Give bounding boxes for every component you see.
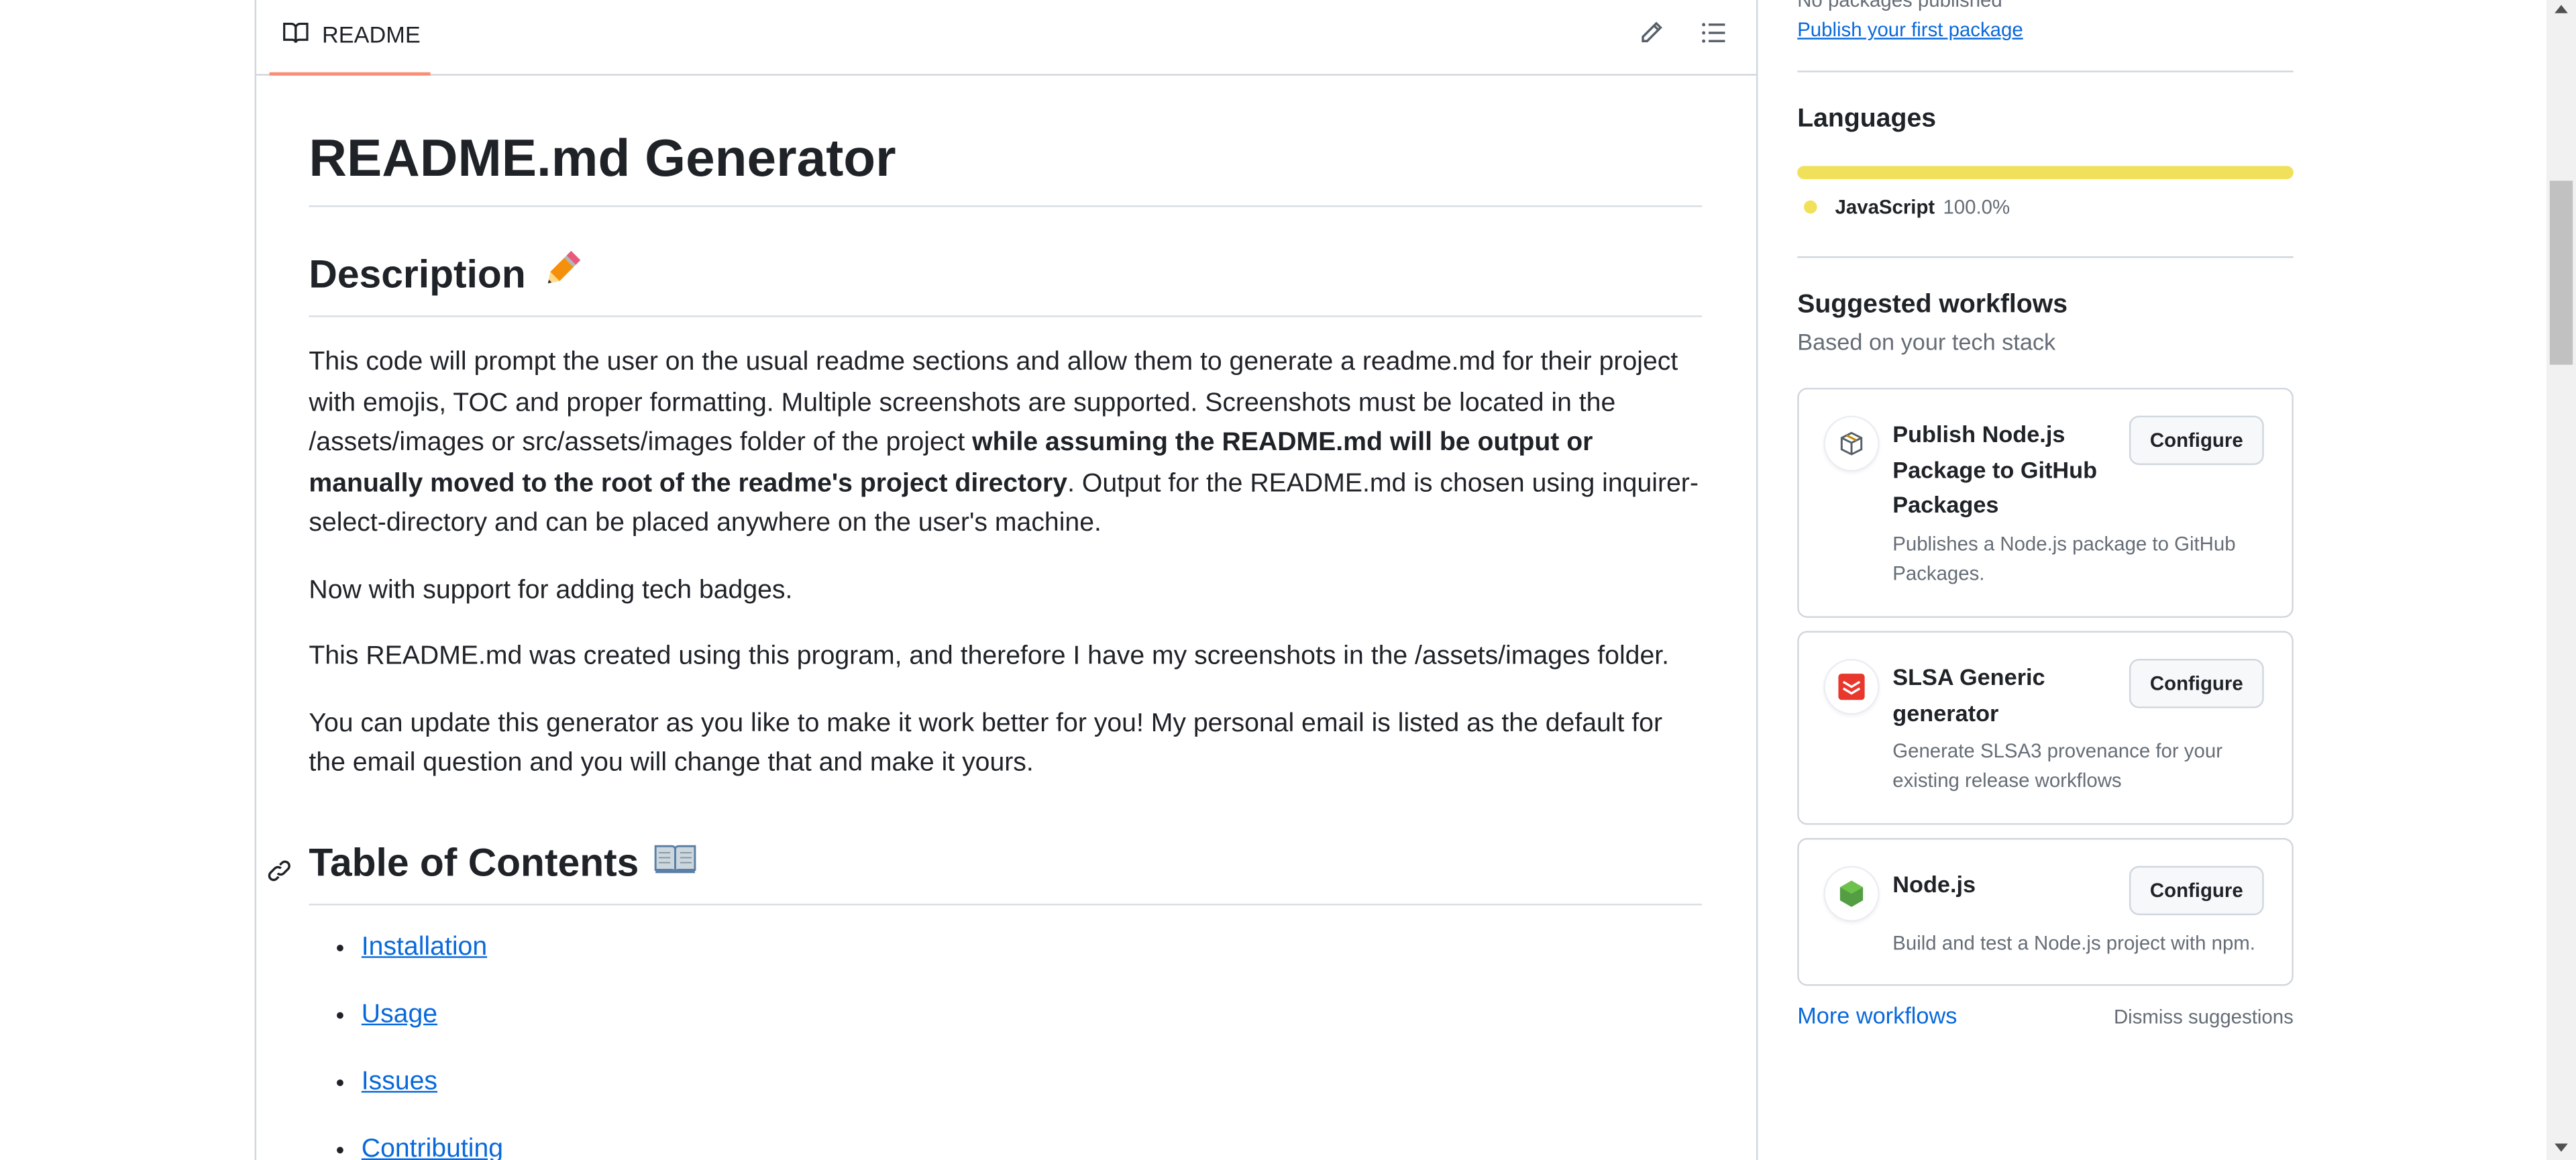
list-item: Contributing [362,1130,1702,1160]
readme-card: README README.md Generator Description T… [254,0,1758,1160]
language-color-dot [1804,200,1817,214]
toc-heading: Table of Contents [268,834,1703,905]
language-entry[interactable]: JavaScript 100.0% [1797,195,2010,219]
list-item: Usage [362,995,1702,1035]
packages-status: No packages published [1797,0,2002,12]
language-percent: 100.0% [1943,195,2010,219]
pencil-icon [1638,19,1664,53]
workflow-card-nodejs: Node.js Configure Build and test a Node.… [1797,837,2294,986]
open-book-emoji-icon [652,834,698,893]
language-name: JavaScript [1835,195,1935,219]
dismiss-suggestions-button[interactable]: Dismiss suggestions [2114,1006,2294,1029]
list-icon [1701,19,1727,53]
description-paragraph-4: You can update this generator as you lik… [309,708,1663,778]
readme-article: README.md Generator Description This cod… [268,76,1703,1160]
workflow-title: SLSA Generic generator [1892,664,2045,726]
publish-package-link[interactable]: Publish your first package [1797,18,2023,41]
nodejs-icon [1825,867,1878,920]
divider [1797,256,2294,258]
scrollbar-thumb[interactable] [2549,180,2573,365]
suggested-workflows-subtitle: Based on your tech stack [1797,328,2056,355]
toc-link-installation[interactable]: Installation [362,933,487,961]
package-icon [1825,417,1878,470]
workflow-description: Generate SLSA3 provenance for your exist… [1892,739,2222,792]
workflow-description: Build and test a Node.js project with np… [1892,931,2255,955]
languages-heading: Languages [1797,105,1937,134]
readme-title: README.md Generator [309,125,1703,207]
scroll-down-arrow-icon[interactable] [2555,1143,2568,1152]
suggested-workflows-heading: Suggested workflows [1797,291,2068,319]
workflow-title: Node.js [1892,870,1976,898]
description-paragraph-1: This code will prompt the user on the us… [309,344,1702,545]
list-item: Issues [362,1062,1702,1102]
outline-button[interactable] [1694,16,1733,56]
page-scrollbar[interactable] [2546,0,2576,1160]
language-bar [1797,166,2294,179]
description-heading: Description [309,246,1703,317]
scroll-up-arrow-icon[interactable] [2555,5,2568,13]
workflow-card-publish-nodejs: Publish Node.js Package to GitHub Packag… [1797,387,2294,618]
divider [1797,70,2294,72]
pencil-emoji-icon [539,246,585,305]
configure-button[interactable]: Configure [2129,865,2264,916]
slsa-icon [1825,660,1878,713]
link-anchor-icon[interactable] [266,847,296,881]
readme-tab-label: README [322,21,421,48]
workflow-title: Publish Node.js Package to GitHub Packag… [1892,420,2098,518]
toc-heading-text: Table of Contents [309,840,639,885]
toc-link-usage[interactable]: Usage [362,1000,437,1028]
workflow-description: Publishes a Node.js package to GitHub Pa… [1892,532,2236,585]
description-heading-text: Description [309,253,526,298]
configure-button[interactable]: Configure [2129,659,2264,708]
toc-list: Installation Usage Issues Contributing [309,927,1702,1160]
book-icon [282,19,309,50]
configure-button[interactable]: Configure [2129,415,2264,466]
readme-tab[interactable]: README [269,0,431,76]
workflow-card-slsa: SLSA Generic generator Configure Generat… [1797,631,2294,825]
edit-file-button[interactable] [1631,16,1671,56]
description-paragraph-3: This README.md was created using this pr… [309,642,1670,671]
toc-link-contributing[interactable]: Contributing [362,1135,503,1160]
toc-link-issues[interactable]: Issues [362,1067,437,1096]
readme-header: README [256,0,1756,76]
list-item: Installation [362,927,1702,967]
description-paragraph-2: Now with support for adding tech badges. [309,576,793,604]
more-workflows-link[interactable]: More workflows [1797,1002,1957,1029]
